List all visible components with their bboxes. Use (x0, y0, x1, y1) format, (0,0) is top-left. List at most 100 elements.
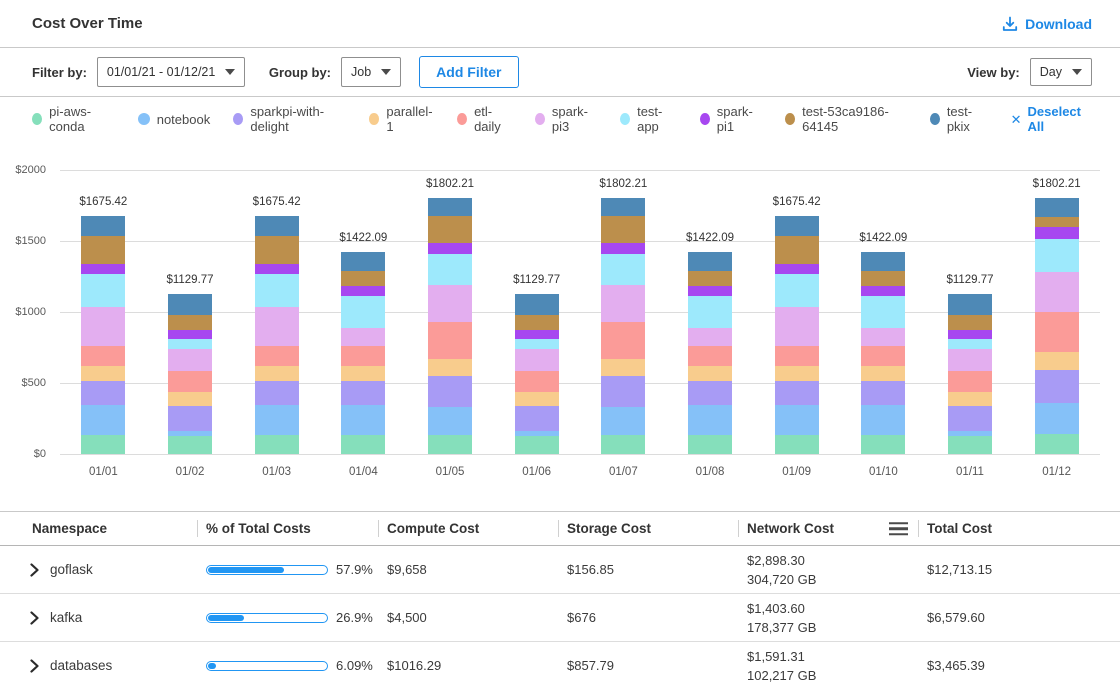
bar-segment-spark-pi1 (861, 286, 905, 296)
deselect-all-button[interactable]: ✕ Deselect All (1011, 104, 1088, 134)
bar-total-label: $1422.09 (665, 232, 755, 244)
chevron-down-icon (225, 69, 235, 75)
bar-segment-notebook (81, 405, 125, 435)
legend-item-label: sparkpi-with-delight (250, 104, 345, 134)
x-axis-tick-label: 01/01 (68, 466, 138, 478)
bar-segment-parallel-1 (775, 366, 819, 381)
bar-segment-spark-pi1 (515, 330, 559, 340)
legend-item-parallel-1[interactable]: parallel-1 (369, 104, 434, 134)
bar-total-label: $1129.77 (492, 274, 582, 286)
bar-segment-notebook (428, 407, 472, 435)
y-axis-tick-label: $0 (0, 448, 46, 460)
bar-segment-pi-aws-conda (428, 435, 472, 454)
bar-segment-parallel-1 (341, 366, 385, 381)
bar-segment-spark-pi3 (1035, 272, 1079, 312)
view-by-label: View by: (967, 65, 1020, 80)
network-cost: $1,403.60178,377 GB (738, 594, 918, 641)
stacked-bar-01/04[interactable] (341, 252, 385, 454)
bar-segment-notebook (1035, 403, 1079, 435)
expand-chevron-right-icon[interactable] (30, 611, 39, 625)
x-axis-tick-label: 01/07 (588, 466, 658, 478)
chevron-down-icon (1072, 69, 1082, 75)
bar-segment-sparkpi-with-delight (775, 381, 819, 405)
view-by-value: Day (1040, 65, 1062, 79)
bar-total-label: $1802.21 (405, 178, 495, 190)
stacked-bar-01/08[interactable] (688, 252, 732, 454)
table-row-goflask: goflask57.9%$9,658$156.85$2,898.30304,72… (0, 546, 1120, 594)
legend-item-sparkpi-with-delight[interactable]: sparkpi-with-delight (233, 104, 346, 134)
bar-segment-etl-daily (428, 322, 472, 359)
view-by-select[interactable]: Day (1030, 58, 1092, 86)
chart-legend: pi-aws-conda notebook sparkpi-with-delight… (0, 97, 1120, 141)
bar-segment-pi-aws-conda (688, 435, 732, 454)
legend-item-label: spark-pi1 (717, 104, 762, 134)
bar-segment-test-app (81, 274, 125, 307)
bar-segment-spark-pi1 (688, 286, 732, 296)
bar-segment-test-pkix (1035, 198, 1079, 217)
bar-total-label: $1675.42 (232, 196, 322, 208)
bar-segment-spark-pi3 (255, 307, 299, 346)
bar-segment-notebook (688, 405, 732, 435)
bar-segment-notebook (861, 405, 905, 435)
bar-segment-etl-daily (515, 371, 559, 392)
bar-segment-pi-aws-conda (341, 435, 385, 454)
bar-segment-test-pkix (601, 198, 645, 216)
bar-segment-test-pkix (861, 252, 905, 271)
add-filter-button[interactable]: Add Filter (419, 56, 518, 88)
expand-chevron-right-icon[interactable] (30, 563, 39, 577)
legend-item-pi-aws-conda[interactable]: pi-aws-conda (32, 104, 115, 134)
pct-progress-bar (206, 565, 328, 575)
x-axis-tick-label: 01/10 (848, 466, 918, 478)
legend-item-test-app[interactable]: test-app (620, 104, 677, 134)
bar-segment-spark-pi1 (341, 286, 385, 296)
bar-segment-test-app (428, 254, 472, 285)
bar-segment-notebook (601, 407, 645, 435)
legend-dot-icon (457, 113, 467, 125)
legend-item-notebook[interactable]: notebook (138, 112, 211, 127)
legend-item-spark-pi3[interactable]: spark-pi3 (535, 104, 597, 134)
bar-segment-test-pkix (428, 198, 472, 216)
expand-chevron-right-icon[interactable] (30, 659, 39, 673)
column-menu-icon[interactable] (887, 520, 910, 538)
network-cost-dollars: $1,403.60 (747, 599, 805, 618)
legend-dot-icon (700, 113, 710, 125)
bar-total-label: $1422.09 (318, 232, 408, 244)
page-header: Cost Over Time Download (0, 0, 1120, 48)
column-header-network-cost: Network Cost (738, 512, 918, 545)
stacked-bar-01/01[interactable] (81, 216, 125, 454)
compute-cost: $9,658 (378, 546, 558, 593)
download-button[interactable]: Download (1002, 16, 1092, 32)
bar-segment-spark-pi3 (341, 328, 385, 346)
bar-segment-test-app (255, 274, 299, 307)
stacked-bar-01/07[interactable] (601, 198, 645, 454)
bar-segment-parallel-1 (688, 366, 732, 381)
bar-segment-etl-daily (341, 346, 385, 366)
bar-segment-etl-daily (861, 346, 905, 366)
stacked-bar-01/09[interactable] (775, 216, 819, 454)
bar-segment-spark-pi3 (861, 328, 905, 346)
legend-item-spark-pi1[interactable]: spark-pi1 (700, 104, 762, 134)
stacked-bar-01/03[interactable] (255, 216, 299, 454)
legend-item-test-53ca9186-64145[interactable]: test-53ca9186-64145 (785, 104, 907, 134)
stacked-bar-01/12[interactable] (1035, 198, 1079, 454)
bar-segment-test-app (601, 254, 645, 285)
bar-total-label: $1422.09 (838, 232, 928, 244)
stacked-bar-01/06[interactable] (515, 294, 559, 454)
stacked-bar-01/02[interactable] (168, 294, 212, 454)
pct-value: 57.9% (336, 562, 373, 577)
table-header-row: Namespace % of Total Costs Compute Cost … (0, 512, 1120, 546)
gridline (60, 170, 1100, 171)
bar-segment-spark-pi3 (515, 349, 559, 371)
gridline (60, 454, 1100, 455)
group-by-select[interactable]: Job (341, 57, 401, 87)
group-by-value: Job (351, 65, 371, 79)
bar-segment-parallel-1 (948, 392, 992, 406)
legend-item-etl-daily[interactable]: etl-daily (457, 104, 512, 134)
legend-item-test-pkix[interactable]: test-pkix (930, 104, 988, 134)
stacked-bar-01/11[interactable] (948, 294, 992, 454)
network-cost: $1,591.31102,217 GB (738, 642, 918, 687)
date-range-select[interactable]: 01/01/21 - 01/12/21 (97, 57, 245, 87)
bar-segment-spark-pi3 (688, 328, 732, 346)
stacked-bar-01/10[interactable] (861, 252, 905, 454)
stacked-bar-01/05[interactable] (428, 198, 472, 454)
